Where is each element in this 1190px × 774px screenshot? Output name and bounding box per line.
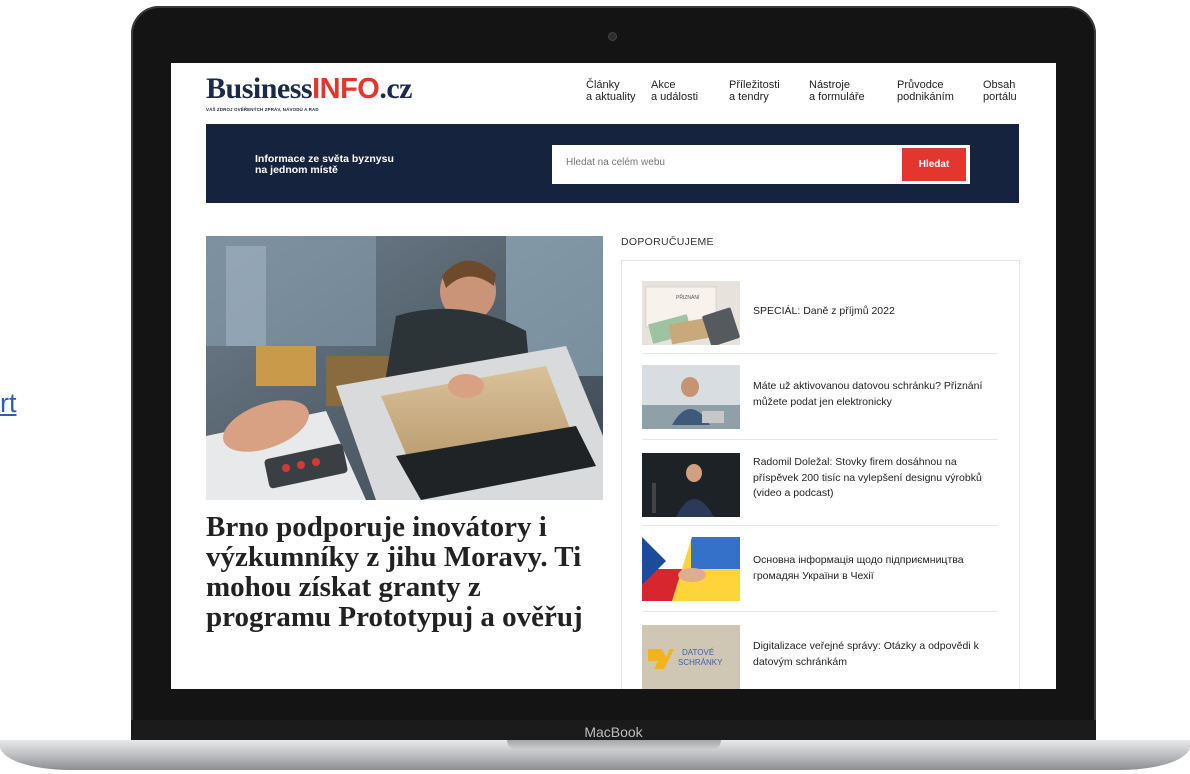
thumbnail-tax: PŘIZNÁNÍ (642, 281, 740, 345)
tax-thumb-illustration: PŘIZNÁNÍ (642, 281, 740, 345)
list-item[interactable]: Máte už aktivovanou datovou schránku? Př… (642, 353, 998, 440)
nav-item-prilezitosti[interactable]: Příležitosti a tendry (729, 79, 780, 103)
thumbnail-interview (642, 453, 740, 517)
list-item[interactable]: PŘIZNÁNÍ SPECIÁL: Daně z příjmů 2022 (642, 267, 998, 354)
nav-item-nastroje[interactable]: Nástroje a formuláře (809, 79, 865, 103)
search-banner: Informace ze světa byznysu na jednom mís… (206, 124, 1019, 203)
list-item[interactable]: Radomil Doležal: Stovky firem dosáhnou n… (642, 439, 998, 526)
list-item[interactable]: Основна інформація щодо підприємництва г… (642, 525, 998, 612)
hero-image[interactable] (206, 236, 603, 500)
hero-photo-illustration (206, 236, 603, 500)
nav-line: Průvodce (897, 79, 944, 91)
browser-screen: BusinessINFO.cz VÁŠ ZDROJ OVĚŘENÝCH ZPRÁ… (171, 63, 1056, 689)
recommended-panel: PŘIZNÁNÍ SPECIÁL: Daně z příjmů 2022 Mát… (621, 260, 1020, 689)
list-item-text: Radomil Doležal: Stovky firem dosáhnou n… (753, 456, 982, 499)
thumb-caption: DATOVÉ (682, 648, 714, 657)
site-tagline: VÁŠ ZDROJ OVĚŘENÝCH ZPRÁV, NÁVODŮ A RAD (206, 107, 319, 112)
device-label: MacBook (584, 724, 643, 740)
datove-schranky-illustration: DATOVÉ SCHRÁNKY (642, 625, 740, 689)
thumbnail-ukraine (642, 537, 740, 601)
list-item-text: Digitalizace veřejné správy: Otázky a od… (753, 640, 979, 668)
camera-icon (609, 33, 616, 40)
logo-accent: INFO (312, 73, 380, 105)
interview-illustration (642, 453, 740, 517)
nav-line: a formuláře (809, 91, 865, 103)
nav-item-pruvodce[interactable]: Průvodce podnikáním (897, 79, 954, 103)
nav-line: a události (651, 91, 699, 103)
recommended-title: DOPORUČUJEME (621, 236, 714, 248)
nav-item-obsah[interactable]: Obsah portálu (983, 79, 1017, 103)
person-phone-illustration (642, 365, 740, 429)
thumbnail-datova-schranka (642, 365, 740, 429)
nav-line: a tendry (729, 91, 769, 103)
thumb-caption: SCHRÁNKY (678, 658, 723, 667)
nav-line: podnikáním (897, 91, 954, 103)
nav-line: Příležitosti (729, 79, 780, 91)
list-item-text: SPECIÁL: Daně z příjmů 2022 (753, 305, 895, 317)
hero-headline[interactable]: Brno podporuje inovátory i výzkumníky z … (206, 512, 601, 632)
nav-line: Články (586, 79, 620, 91)
nav-line: a aktuality (586, 91, 636, 103)
thumbnail-datove-schranky: DATOVÉ SCHRÁNKY (642, 625, 740, 689)
site-logo[interactable]: BusinessINFO.cz (206, 72, 412, 106)
logo-tld: .cz (379, 72, 412, 105)
flags-illustration (642, 537, 740, 601)
nav-line: Akce (651, 79, 676, 91)
nav-line: Obsah (983, 79, 1016, 91)
nav-item-clanky[interactable]: Články a aktuality (586, 79, 636, 103)
logo-main: Business (206, 72, 313, 105)
thumb-caption: PŘIZNÁNÍ (676, 293, 700, 301)
nav-item-akce[interactable]: Akce a události (651, 79, 698, 103)
banner-text: Informace ze světa byznysu na jednom mís… (255, 154, 425, 176)
nav-line: portálu (983, 91, 1017, 103)
search-button[interactable]: Hledat (902, 148, 966, 181)
list-item[interactable]: DATOVÉ SCHRÁNKY Digitalizace veřejné spr… (642, 611, 998, 689)
side-link[interactable]: rt (0, 388, 17, 419)
search-input[interactable] (566, 157, 886, 168)
list-item-text: Основна інформація щодо підприємництва г… (753, 554, 964, 582)
banner-line: na jednom místě (255, 164, 338, 176)
list-item-text: Máte už aktivovanou datovou schránku? Př… (753, 380, 983, 408)
nav-line: Nástroje (809, 79, 850, 91)
laptop-notch (507, 740, 721, 750)
search-box: Hledat (552, 145, 970, 184)
